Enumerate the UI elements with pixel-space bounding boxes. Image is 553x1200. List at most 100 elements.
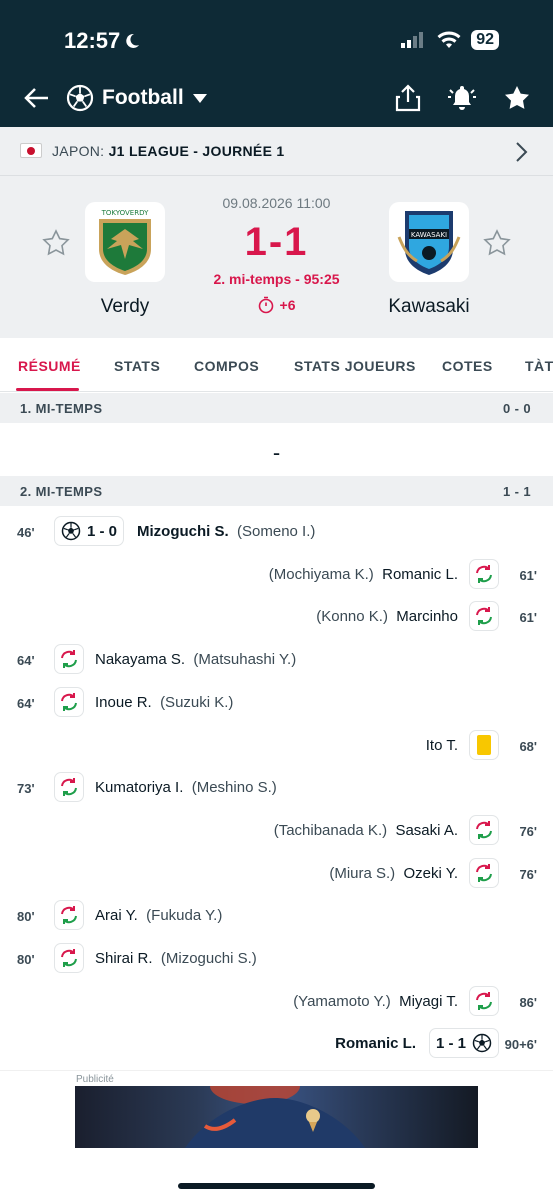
event-icon [469,815,499,845]
home-indicator [178,1183,375,1189]
event-text: Shirai R. (Mizoguchi S.) [95,950,257,967]
match-period: 2. mi-temps - 95:25 [213,271,340,287]
event-row[interactable]: 76' (Miura S.) Ozeki Y. [0,856,553,892]
substitution-icon [476,607,492,625]
league-text: JAPON: J1 LEAGUE - JOURNÉE 1 [52,143,284,159]
event-player: Marcinho [396,608,458,625]
event-text: Kumatoriya I. (Meshino S.) [95,779,277,796]
goal-badge: 1 - 1 [428,1028,499,1058]
nav-actions [395,84,531,112]
event-assist: (Meshino S.) [191,779,277,796]
event-assist: (Mizoguchi S.) [160,950,257,967]
league-bar[interactable]: JAPON: J1 LEAGUE - JOURNÉE 1 [0,127,553,176]
event-minute: 76' [519,824,537,839]
sport-selector[interactable]: Football [66,84,208,112]
event-player: Arai Y. [95,907,138,924]
event-minute: 61' [519,568,537,583]
substitution-icon [476,864,492,882]
event-row[interactable]: 61' (Mochiyama K.) Romanic L. [0,557,553,593]
wifi-icon [437,31,461,48]
event-row[interactable]: 86' (Yamamoto Y.) Miyagi T. [0,984,553,1020]
event-icon [469,858,499,888]
event-player: Romanic L. [335,1035,416,1052]
event-row[interactable]: 64' Inoue R. (Suzuki K.) [0,685,553,721]
event-minute: 86' [519,995,537,1010]
back-arrow-icon[interactable] [22,84,50,112]
event-row[interactable]: 80' Arai Y. (Fukuda Y.) [0,898,553,934]
event-player: Nakayama S. [95,651,186,668]
event-minute: 73' [17,781,35,796]
ad-banner[interactable]: Publicité [0,1070,553,1200]
event-icon [469,730,499,760]
event-icon [469,986,499,1016]
notification-bell-icon[interactable] [447,84,477,112]
kawasaki-frontale-crest-icon: KAWASAKI [397,211,461,275]
event-assist: (Matsuhashi Y.) [193,651,297,668]
tab-tat[interactable]: TÀT [525,358,553,374]
event-row[interactable]: 73' Kumatoriya I. (Meshino S.) [0,770,553,806]
section-first-half: 1. MI-TEMPS 0 - 0 [0,393,553,423]
event-minute: 76' [519,867,537,882]
tab-compos[interactable]: COMPOS [194,358,259,374]
section-second-half: 2. MI-TEMPS 1 - 1 [0,476,553,506]
section-label: 1. MI-TEMPS [20,401,103,416]
substitution-icon [476,992,492,1010]
event-row[interactable]: 76' (Tachibanada K.) Sasaki A. [0,813,553,849]
tab-cotes[interactable]: COTES [442,358,493,374]
ad-graphic [185,1086,365,1148]
event-text: (Konno K.) Marcinho [316,608,458,625]
away-favorite-star-icon[interactable] [483,229,511,257]
share-icon[interactable] [395,84,421,112]
tab-bar: RÉSUMÉ STATS COMPOS STATS JOUEURS COTES … [0,338,553,392]
event-row[interactable]: 46' 1 - 0 Mizoguchi S. (Someno I.) [0,514,553,550]
event-row[interactable]: 64' Nakayama S. (Matsuhashi Y.) [0,642,553,678]
event-minute: 68' [519,739,537,754]
app-header: 12:57 92 Football [0,0,553,127]
event-text: (Yamamoto Y.) Miyagi T. [293,993,458,1010]
away-team-name[interactable]: Kawasaki [359,296,499,318]
match-header: TOKYOVERDY Verdy 09.08.2026 11:00 1-1 2.… [0,176,553,338]
active-tab-indicator [16,388,79,391]
event-minute: 90+6' [504,1037,537,1052]
event-minute: 64' [17,696,35,711]
event-minute: 64' [17,653,35,668]
away-logo-text: KAWASAKI [411,231,447,239]
event-assist: (Mochiyama K.) [268,566,374,583]
event-row[interactable]: 90+6' 1 - 1 Romanic L. [0,1026,553,1062]
substitution-icon [61,650,77,668]
event-assist: (Tachibanada K.) [273,822,388,839]
event-row[interactable]: 80' Shirai R. (Mizoguchi S.) [0,941,553,977]
event-text: Mizoguchi S. (Someno I.) [137,523,315,540]
event-icon [54,687,84,717]
japan-flag-icon [20,143,42,158]
status-time-text: 12:57 [64,28,121,53]
ad-image[interactable] [75,1086,478,1148]
event-row[interactable]: 61' (Konno K.) Marcinho [0,599,553,635]
goal-score: 1 - 1 [435,1034,466,1052]
tab-stats-joueurs[interactable]: STATS JOUEURS [294,358,416,374]
event-player: Inoue R. [95,694,152,711]
event-text: (Mochiyama K.) Romanic L. [269,566,458,583]
event-row[interactable]: 68' Ito T. [0,728,553,764]
away-team-logo[interactable]: KAWASAKI [389,202,469,282]
yellow-card-icon [477,735,491,755]
no-events-placeholder: - [272,440,281,465]
event-icon [54,644,84,674]
event-icon [54,772,84,802]
event-player: Mizoguchi S. [137,523,229,540]
event-text: Nakayama S. (Matsuhashi Y.) [95,651,296,668]
tab-resume[interactable]: RÉSUMÉ [18,358,81,374]
event-player: Kumatoriya I. [95,779,184,796]
event-assist: (Fukuda Y.) [146,907,223,924]
event-player: Sasaki A. [395,822,458,839]
chevron-right-icon [516,142,528,162]
match-score: 1-1 [244,220,309,264]
event-assist: (Miura S.) [329,865,396,882]
event-icon [469,559,499,589]
signal-icon [401,32,424,48]
substitution-icon [61,693,77,711]
favorite-star-icon[interactable] [503,84,531,112]
tab-stats[interactable]: STATS [114,358,160,374]
goal-ball-icon [61,521,81,541]
battery-indicator: 92 [471,30,499,50]
